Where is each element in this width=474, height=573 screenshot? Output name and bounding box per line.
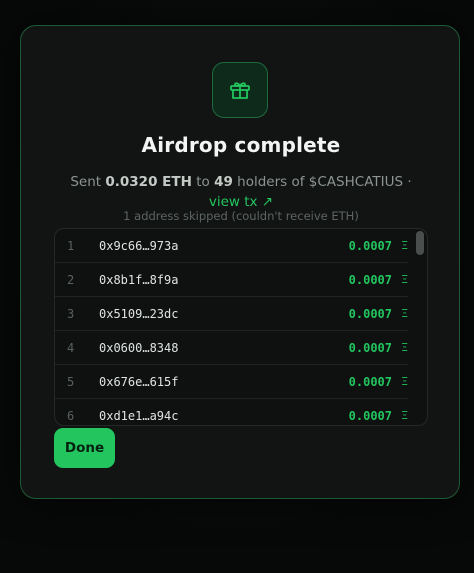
eth-symbol-icon: Ξ xyxy=(401,273,408,286)
row-amount: 0.0007 xyxy=(348,375,392,389)
eth-symbol-icon: Ξ xyxy=(401,375,408,388)
row-address: 0x9c66…973a xyxy=(99,239,179,253)
recipient-list[interactable]: 1 0x9c66…973a 0.0007 Ξ 2 0x8b1f…8f9a 0.0007 Ξ 3 0… xyxy=(54,228,428,426)
eth-symbol-icon: Ξ xyxy=(401,307,408,320)
eth-symbol-icon: Ξ xyxy=(401,239,408,252)
summary-holders-of: holders of xyxy=(237,174,305,190)
summary-sent-prefix: Sent xyxy=(70,174,102,190)
row-address: 0x8b1f…8f9a xyxy=(99,273,179,287)
scrollbar-thumb[interactable] xyxy=(416,231,424,255)
recipient-row: 6 0xd1e1…a94c 0.0007 Ξ xyxy=(55,399,408,425)
recipient-row: 1 0x9c66…973a 0.0007 Ξ xyxy=(55,229,408,263)
scrollbar[interactable] xyxy=(414,230,426,425)
row-index: 6 xyxy=(67,409,75,423)
row-index: 2 xyxy=(67,273,75,287)
recipient-row: 4 0x0600…8348 0.0007 Ξ xyxy=(55,331,408,365)
row-address: 0xd1e1…a94c xyxy=(99,409,179,423)
row-amount: 0.0007 xyxy=(348,307,392,321)
summary-to-word: to xyxy=(196,174,210,190)
row-index: 5 xyxy=(67,375,75,389)
summary-separator: · xyxy=(407,174,412,190)
dialog-title: Airdrop complete xyxy=(141,133,341,157)
recipient-row: 3 0x5109…23dc 0.0007 Ξ xyxy=(55,297,408,331)
eth-symbol-icon: Ξ xyxy=(401,341,408,354)
summary-holder-count: 49 xyxy=(214,174,233,190)
row-address: 0x0600…8348 xyxy=(99,341,179,355)
row-index: 1 xyxy=(67,239,75,253)
airdrop-summary: Sent 0.0320 ETH to 49 holders of $CASHCA… xyxy=(41,172,441,192)
row-address: 0x676e…615f xyxy=(99,375,179,389)
summary-amount: 0.0320 ETH xyxy=(105,174,192,190)
recipient-row: 2 0x8b1f…8f9a 0.0007 Ξ xyxy=(55,263,408,297)
row-index: 3 xyxy=(67,307,75,321)
row-address: 0x5109…23dc xyxy=(99,307,179,321)
airdrop-complete-dialog: Airdrop complete Sent 0.0320 ETH to 49 h… xyxy=(20,25,460,499)
summary-token: $CASHCATIUS xyxy=(308,174,404,190)
row-amount: 0.0007 xyxy=(348,273,392,287)
skipped-note: 1 address skipped (couldn't receive ETH) xyxy=(123,209,359,223)
gift-icon xyxy=(230,82,250,99)
done-button[interactable]: Done xyxy=(54,428,115,468)
row-index: 4 xyxy=(67,341,75,355)
row-amount: 0.0007 xyxy=(348,341,392,355)
row-amount: 0.0007 xyxy=(348,239,392,253)
view-tx-link[interactable]: view tx ↗ xyxy=(209,194,273,210)
eth-symbol-icon: Ξ xyxy=(401,409,408,422)
row-amount: 0.0007 xyxy=(348,409,392,423)
recipient-row: 5 0x676e…615f 0.0007 Ξ xyxy=(55,365,408,399)
gift-icon-badge xyxy=(212,62,268,118)
